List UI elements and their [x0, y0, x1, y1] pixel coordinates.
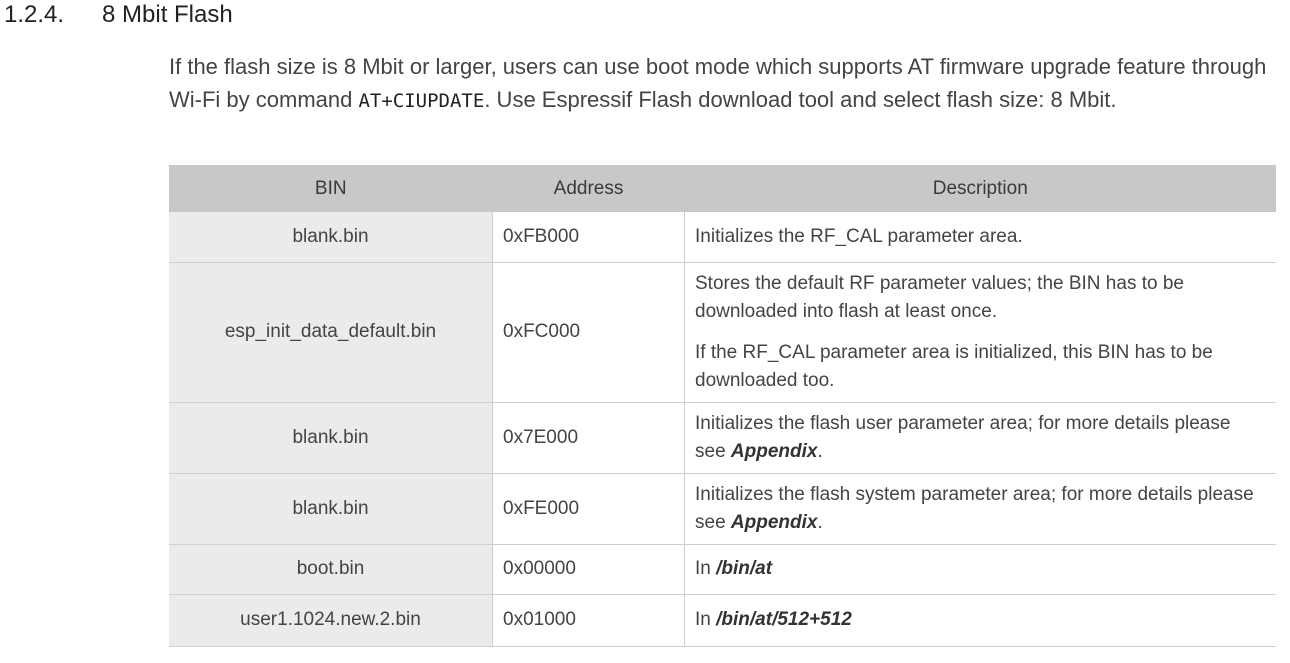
appendix-link[interactable]: Appendix	[731, 441, 818, 462]
header-bin: BIN	[169, 165, 493, 212]
section-title: 8 Mbit Flash	[102, 1, 233, 28]
description-end: .	[817, 511, 823, 533]
table-row: blank.bin 0x7E000 Initializes the flash …	[169, 402, 1276, 474]
description-cell: Initializes the flash user parameter are…	[684, 402, 1276, 474]
header-address: Address	[492, 165, 685, 212]
bin-cell: blank.bin	[169, 212, 493, 263]
intro-text-after: . Use Espressif Flash download tool and …	[484, 86, 1117, 112]
table-row: user1.1024.new.2.bin 0x01000 In /bin/at/…	[169, 594, 1276, 647]
intro-paragraph: If the flash size is 8 Mbit or larger, u…	[169, 51, 1269, 117]
path-reference: /bin/at/512+512	[716, 609, 852, 630]
table-header-row: BIN Address Description	[169, 165, 1276, 212]
description-cell: Initializes the RF_CAL parameter area.	[684, 212, 1276, 263]
section-number: 1.2.4.	[4, 1, 65, 28]
section-heading: 1.2.4. 8 Mbit Flash	[4, 0, 233, 30]
address-cell: 0xFC000	[492, 262, 685, 403]
description-cell: In /bin/at/512+512	[684, 594, 1276, 647]
description-text: In	[695, 609, 717, 630]
table-row: blank.bin 0xFB000 Initializes the RF_CAL…	[169, 212, 1276, 263]
description-cell: Initializes the flash system parameter a…	[684, 473, 1276, 545]
description-text: Initializes the RF_CAL parameter area.	[695, 225, 1023, 247]
bin-cell: blank.bin	[169, 473, 493, 545]
path-reference: /bin/at	[716, 558, 773, 579]
description-text: Stores the default RF parameter values; …	[695, 272, 1184, 322]
command-code: AT+CIUPDATE	[358, 89, 485, 112]
table-row: blank.bin 0xFE000 Initializes the flash …	[169, 473, 1276, 545]
address-cell: 0xFE000	[492, 473, 685, 545]
address-cell: 0x01000	[492, 594, 685, 647]
description-cell: In /bin/at	[684, 544, 1276, 595]
flash-table: BIN Address Description blank.bin 0xFB00…	[169, 165, 1276, 647]
bin-cell: blank.bin	[169, 402, 493, 474]
description-end: .	[817, 440, 823, 462]
bin-cell: boot.bin	[169, 544, 493, 595]
table-row: esp_init_data_default.bin 0xFC000 Stores…	[169, 262, 1276, 403]
description-text: If the RF_CAL parameter area is initiali…	[695, 341, 1213, 391]
address-cell: 0xFB000	[492, 212, 685, 263]
description-cell: Stores the default RF parameter values; …	[684, 262, 1276, 403]
header-description: Description	[684, 165, 1276, 212]
bin-cell: user1.1024.new.2.bin	[169, 594, 493, 647]
address-cell: 0x00000	[492, 544, 685, 595]
address-cell: 0x7E000	[492, 402, 685, 474]
table-row: boot.bin 0x00000 In /bin/at	[169, 544, 1276, 595]
appendix-link[interactable]: Appendix	[731, 512, 818, 533]
description-text: In	[695, 558, 717, 579]
bin-cell: esp_init_data_default.bin	[169, 262, 493, 403]
